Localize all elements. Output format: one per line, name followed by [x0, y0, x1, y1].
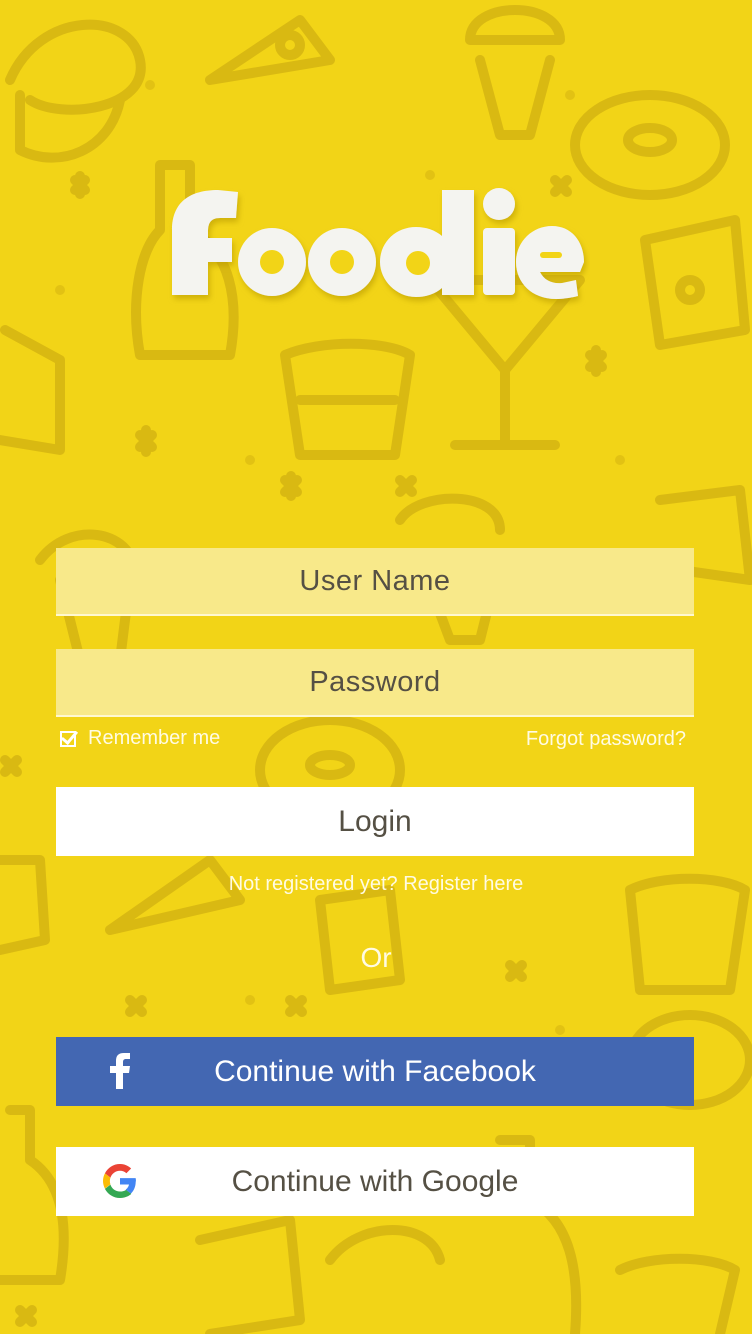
- login-button[interactable]: Login: [56, 787, 694, 856]
- google-icon: [102, 1163, 138, 1199]
- remember-me-toggle[interactable]: Remember me: [60, 727, 220, 750]
- facebook-icon: [102, 1053, 138, 1089]
- remember-me-label: Remember me: [88, 727, 221, 749]
- checkbox-icon[interactable]: [60, 730, 76, 747]
- password-field[interactable]: Password: [56, 649, 694, 717]
- forgot-password-link[interactable]: Forgot password?: [526, 728, 686, 751]
- password-placeholder: Password: [309, 665, 441, 698]
- google-label: Continue with Google: [231, 1164, 519, 1198]
- or-separator: Or: [360, 942, 392, 973]
- username-field[interactable]: User Name: [56, 548, 694, 616]
- foodie-logo: [172, 188, 584, 299]
- register-link[interactable]: Not registered yet? Register here: [0, 873, 752, 896]
- username-placeholder: User Name: [299, 564, 451, 597]
- google-login-button[interactable]: Continue with Google: [56, 1147, 694, 1216]
- facebook-login-button[interactable]: Continue with Facebook: [56, 1037, 694, 1106]
- login-label: Login: [338, 804, 412, 838]
- facebook-label: Continue with Facebook: [214, 1054, 536, 1088]
